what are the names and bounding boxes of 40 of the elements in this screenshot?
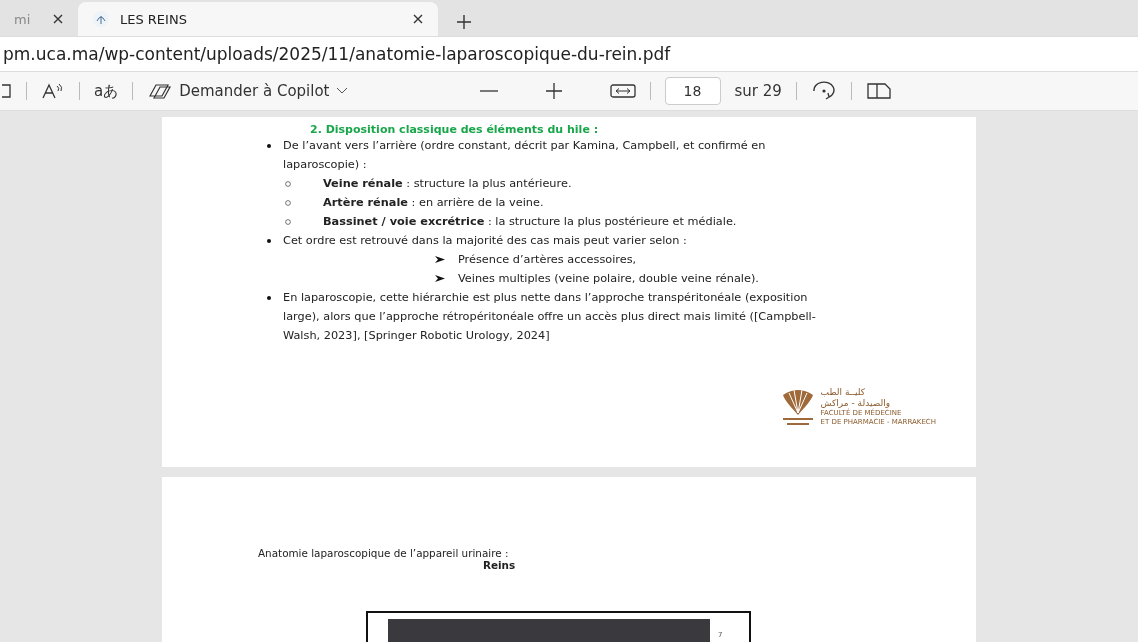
list-item-text: Artère rénale : en arrière de la veine.: [323, 195, 545, 211]
translate-label[interactable]: aあ: [94, 81, 119, 101]
bullet-icon: [267, 238, 271, 243]
site-favicon-icon: [92, 10, 110, 28]
rotate-icon[interactable]: [810, 81, 837, 101]
section-heading: 2. Disposition classique des éléments du hile :: [310, 123, 600, 136]
zoom-out-icon[interactable]: [479, 89, 498, 93]
list-item-text: Présence d’artères accessoires,: [458, 252, 638, 268]
zoom-in-icon[interactable]: [545, 83, 562, 99]
close-icon[interactable]: [52, 13, 64, 25]
circle-bullet-icon: [285, 199, 291, 206]
arrowhead-bullet-icon: [435, 256, 445, 263]
read-aloud-icon[interactable]: [41, 82, 65, 100]
bullet-icon: [267, 143, 271, 148]
browser-tab[interactable]: LES REINS: [78, 2, 438, 36]
list-item-text: Cet ordre est retrouvé dans la majorité des cas mais peut varier selon :: [283, 233, 688, 249]
list-item-text: De l’avant vers l’arrière (ordre constant, décrit par Kamina, Campbell, et confirmé en laparoscopie) :: [283, 138, 767, 173]
list-item-text: Veines multiples (veine polaire, double veine rénale).: [458, 271, 760, 287]
close-icon[interactable]: [412, 13, 424, 25]
list-item-text: Bassinet / voie excrétrice : la structure la plus postérieure et médiale.: [323, 214, 738, 230]
logo-arabic-text: والصيدلة - مراكش: [820, 398, 891, 408]
page-count: sur 29: [734, 82, 782, 100]
page-title: Anatomie laparoscopique de l’appareil urinaire :: [258, 547, 510, 559]
arrowhead-bullet-icon: [435, 275, 445, 282]
page-view-icon[interactable]: [2, 83, 12, 99]
copilot-icon: [147, 82, 174, 100]
chevron-down-icon: [335, 87, 348, 95]
page-subtitle: Reins: [483, 559, 517, 571]
faculty-logo-icon: [780, 387, 815, 427]
two-page-view-icon[interactable]: [865, 82, 892, 100]
new-tab-icon[interactable]: [456, 14, 472, 30]
circle-bullet-icon: [285, 218, 291, 225]
copilot-button[interactable]: Demander à Copilot: [147, 82, 348, 100]
page-number-field[interactable]: 18: [664, 77, 721, 105]
bullet-icon: [267, 295, 271, 300]
list-item-text: En laparoscopie, cette hiérarchie est plus nette dans l’approche transpéritonéale (exposition large), alors que l’approche rétropéritonéale offre un accès plus direct mais limité ([Campbell-Walsh, 2023], [Springer Robotic Urology, 2024]: [283, 290, 817, 344]
logo-arabic-text: كليــة الطب: [820, 387, 865, 398]
list-item-text: Veine rénale : structure la plus antérieure.: [323, 176, 573, 192]
circle-bullet-icon: [285, 180, 291, 187]
fit-width-icon[interactable]: [609, 83, 636, 99]
